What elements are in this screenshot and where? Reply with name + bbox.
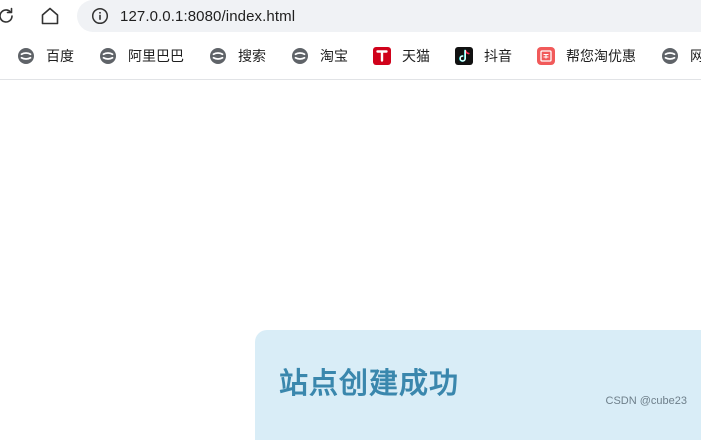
reload-icon [0,7,13,23]
site-info-icon[interactable] [91,7,109,25]
bookmarks-bar: 百度 阿里巴巴 搜索 淘宝 天猫 抖音 帮您淘优惠 网址导 [0,38,701,74]
bookmark-item[interactable]: 搜索 [192,42,274,70]
bookmark-label: 淘宝 [320,49,348,65]
globe-icon [209,47,227,65]
bookmark-label: 搜索 [238,49,266,65]
douyin-icon [455,47,473,65]
bookmark-item[interactable]: 淘宝 [274,42,356,70]
tmall-icon [373,47,391,65]
bookmark-label: 帮您淘优惠 [566,49,636,65]
bookmark-item[interactable]: 阿里巴巴 [82,42,192,70]
bookmark-item[interactable]: 百度 [0,42,82,70]
browser-toolbar: 127.0.0.1:8080/index.html [0,0,701,32]
coupon-icon [537,47,555,65]
bookmark-label: 阿里巴巴 [128,49,184,65]
bookmark-item[interactable]: 抖音 [438,42,520,70]
toolbar-divider [0,79,701,80]
bookmark-label: 百度 [46,49,74,65]
reload-button[interactable] [0,4,18,28]
success-panel: 站点创建成功 [255,330,701,440]
url-text: 127.0.0.1:8080/index.html [120,7,296,25]
bookmark-label: 天猫 [402,49,430,65]
globe-icon [17,47,35,65]
home-icon [41,7,59,25]
globe-icon [661,47,679,65]
bookmark-item[interactable]: 网址导 [644,42,701,70]
bookmark-label: 网址导 [690,49,701,65]
bookmark-label: 抖音 [484,49,512,65]
page-title: 站点创建成功 [279,366,460,400]
watermark: CSDN @cube23 [605,395,687,407]
globe-icon [291,47,309,65]
bookmark-item[interactable]: 天猫 [356,42,438,70]
globe-icon [99,47,117,65]
home-button[interactable] [38,4,62,28]
address-bar[interactable]: 127.0.0.1:8080/index.html [77,0,701,32]
bookmark-item[interactable]: 帮您淘优惠 [520,42,644,70]
